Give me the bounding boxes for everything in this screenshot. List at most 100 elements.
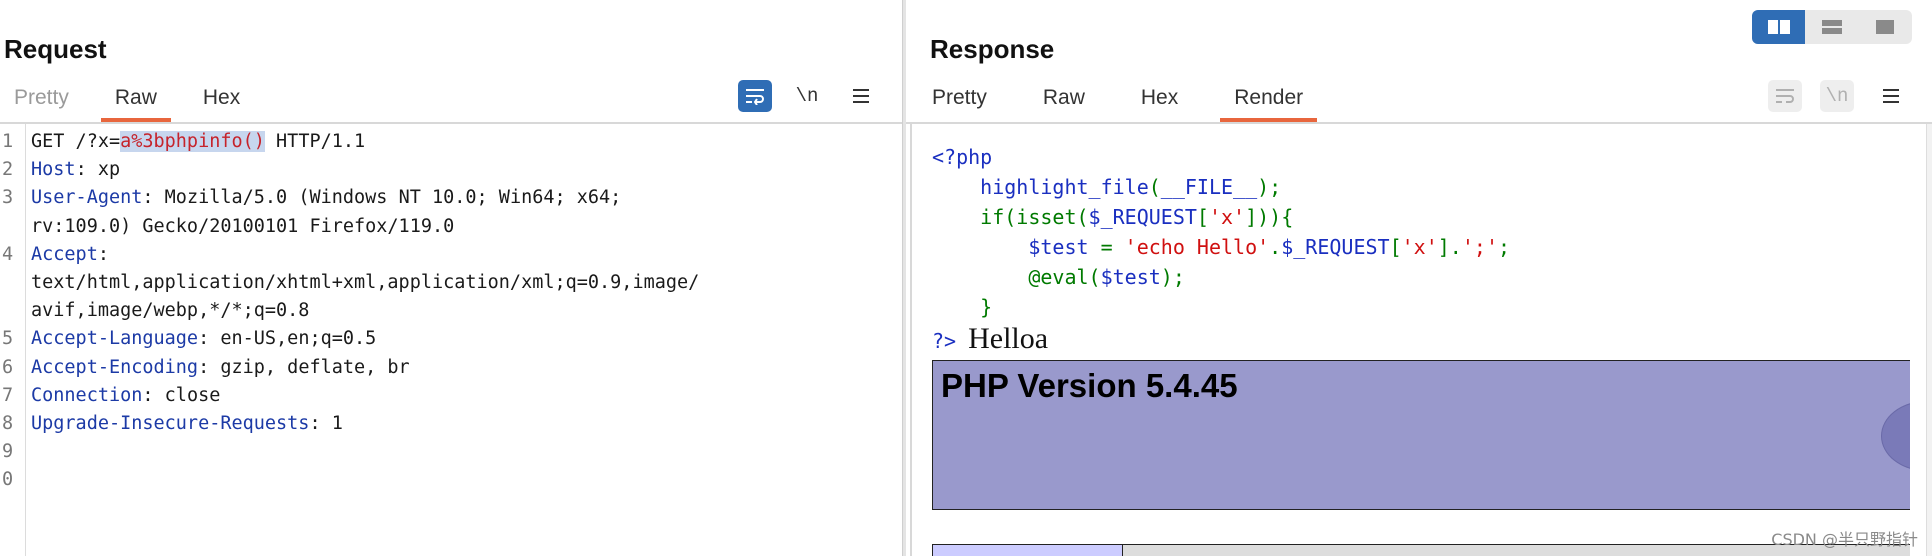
php-token: 'x'	[1208, 205, 1246, 229]
line-text: Accept-Language: en-US,en;q=0.5	[26, 325, 376, 353]
wrap-lines-button[interactable]	[738, 80, 772, 112]
line-text	[26, 466, 31, 494]
line-number: 1	[2, 131, 14, 152]
request-tabs: Pretty Raw Hex	[0, 80, 272, 122]
header-value: text/html,application/xhtml+xml,applicat…	[31, 272, 700, 294]
php-source-highlight: <?php highlight_file(__FILE__); if(isset…	[932, 142, 1510, 322]
line-text: Accept-Encoding: gzip, deflate, br	[26, 354, 410, 382]
php-version-heading: PHP Version 5.4.45	[941, 367, 1238, 404]
editor-line[interactable]: 1 GET /?x=a%3bphpinfo() HTTP/1.1	[0, 128, 902, 156]
php-token: $_REQUEST	[1088, 205, 1197, 229]
php-token: 'x'	[1401, 235, 1438, 259]
phpinfo-table	[932, 544, 1910, 556]
header-value: : en-US,en;q=0.5	[198, 328, 377, 350]
wrap-lines-button[interactable]	[1768, 80, 1802, 112]
header-name: Accept-Language	[31, 328, 199, 350]
tab-raw[interactable]: Raw	[100, 80, 171, 122]
line-number: 3	[2, 187, 14, 209]
header-value: HTTP/1.1	[264, 131, 366, 152]
header-name: Accept-Encoding	[31, 356, 199, 378]
response-tabs: Pretty Raw Hex Render	[918, 80, 1345, 122]
hamburger-menu-icon	[1883, 89, 1899, 103]
editor-line[interactable]: rv:109.0) Gecko/20100101 Firefox/119.0	[0, 213, 902, 241]
editor-line[interactable]: 5 Accept-Language: en-US,en;q=0.5	[0, 325, 902, 353]
line-text: Host: xp	[26, 156, 120, 184]
php-source-line: $test = 'echo Hello'.$_REQUEST['x'].';';	[932, 232, 1510, 262]
line-number: 2	[2, 159, 14, 181]
selected-payload: a%3bphpinfo()	[120, 131, 265, 152]
php-token: $_REQUEST	[1281, 235, 1390, 259]
line-number: 6	[2, 356, 14, 378]
wrap-lines-icon	[1776, 89, 1794, 103]
php-source-line: if(isset($_REQUEST['x'])){	[932, 202, 1510, 232]
php-source-line: highlight_file(__FILE__);	[932, 172, 1510, 202]
php-logo	[1881, 401, 1910, 471]
php-token	[932, 235, 1028, 259]
php-token: if(isset(	[980, 205, 1089, 229]
php-token: ;	[1497, 235, 1511, 259]
editor-line[interactable]: 8 Upgrade-Insecure-Requests: 1	[0, 410, 902, 438]
tab-hex[interactable]: Hex	[1127, 80, 1192, 122]
php-token: [	[1389, 235, 1402, 259]
editor-line[interactable]: 6 Accept-Encoding: gzip, deflate, br	[0, 354, 902, 382]
render-view: <?php highlight_file(__FILE__); if(isset…	[910, 124, 1910, 556]
header-value: : xp	[75, 159, 121, 181]
php-token	[932, 295, 980, 319]
line-number	[0, 269, 26, 297]
php-token: $test	[1028, 235, 1101, 259]
editor-line[interactable]: 3 User-Agent: Mozilla/5.0 (Windows NT 10.…	[0, 184, 902, 212]
header-value: GET /?x=	[31, 131, 121, 152]
eval-output: Helloa	[968, 322, 1049, 355]
request-pane: Request Pretty Raw Hex \n 1 GET /?x=a%3bp…	[0, 0, 902, 556]
response-menu-button[interactable]	[1874, 80, 1908, 112]
editor-line[interactable]: 7 Connection: close	[0, 382, 902, 410]
request-menu-button[interactable]	[844, 80, 878, 112]
php-token	[932, 175, 980, 199]
editor-line[interactable]: avif,image/webp,*/*;q=0.8	[0, 297, 902, 325]
editor-line[interactable]: 4 Accept:	[0, 241, 902, 269]
line-text: avif,image/webp,*/*;q=0.8	[26, 297, 309, 325]
line-number: 0	[2, 469, 14, 491]
tab-hex[interactable]: Hex	[189, 80, 254, 122]
newline-toggle-button[interactable]: \n	[790, 80, 824, 112]
tab-pretty[interactable]: Pretty	[0, 80, 83, 122]
response-scrollbar[interactable]	[1926, 124, 1932, 556]
phpinfo-header: PHP Version 5.4.45	[932, 360, 1910, 510]
php-token: }	[980, 295, 993, 319]
php-token: __FILE__	[1160, 175, 1258, 199]
hamburger-menu-icon	[853, 89, 869, 103]
header-value: rv:109.0) Gecko/20100101 Firefox/119.0	[31, 215, 455, 237]
tab-render[interactable]: Render	[1220, 80, 1318, 122]
php-token	[932, 265, 1028, 289]
php-token: <?php	[932, 145, 993, 169]
php-source-line: }	[932, 292, 1510, 322]
line-text: Accept:	[26, 241, 109, 269]
php-token: ';'	[1461, 235, 1498, 259]
header-value: : close	[142, 384, 221, 406]
side-by-side-icon	[1767, 20, 1790, 34]
layout-stacked-button[interactable]	[1805, 10, 1858, 44]
line-text: Connection: close	[26, 382, 220, 410]
line-text: GET /?x=a%3bphpinfo() HTTP/1.1	[26, 128, 365, 156]
newline-toggle-button[interactable]: \n	[1820, 80, 1854, 112]
editor-line[interactable]: 2 Host: xp	[0, 156, 902, 184]
php-token: highlight_file	[980, 175, 1149, 199]
php-token: (	[1148, 175, 1161, 199]
editor-line[interactable]: 9	[0, 438, 902, 466]
line-text: text/html,application/xhtml+xml,applicat…	[26, 269, 699, 297]
php-token: [	[1196, 205, 1209, 229]
editor-line[interactable]: text/html,application/xhtml+xml,applicat…	[0, 269, 902, 297]
layout-single-button[interactable]	[1859, 10, 1912, 44]
line-text: Upgrade-Insecure-Requests: 1	[26, 410, 343, 438]
tab-pretty[interactable]: Pretty	[918, 80, 1001, 122]
line-number: 4	[2, 243, 14, 265]
php-source-line: <?php	[932, 142, 1510, 172]
tab-raw[interactable]: Raw	[1029, 80, 1099, 122]
editor-line[interactable]: 0	[0, 466, 902, 494]
line-number: 5	[2, 328, 14, 350]
header-name: Accept	[31, 243, 98, 265]
single-pane-icon	[1876, 20, 1895, 34]
request-editor[interactable]: 1 GET /?x=a%3bphpinfo() HTTP/1.1 2 Host: xp…	[0, 128, 902, 495]
layout-side-by-side-button[interactable]	[1752, 10, 1806, 44]
header-name: Connection	[31, 384, 143, 406]
